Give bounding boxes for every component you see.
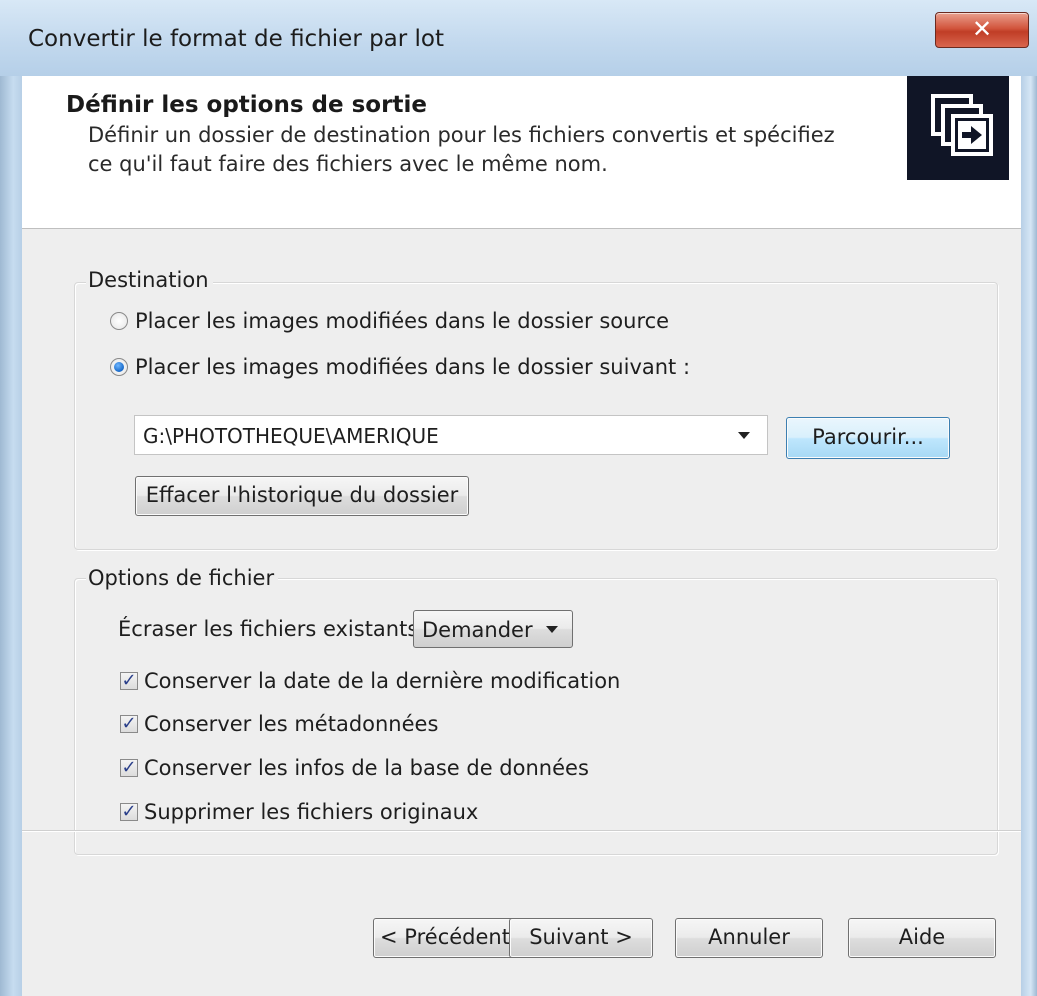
close-icon: ✕: [971, 15, 993, 43]
footer-separator: [22, 830, 1021, 832]
wizard-header: Définir les options de sortie Définir un…: [22, 76, 1021, 229]
batch-convert-icon: [907, 76, 1009, 180]
cancel-button-label: Annuler: [708, 925, 790, 949]
title-bar[interactable]: Convertir le format de fichier par lot ✕: [0, 0, 1037, 76]
checkbox-keep-date[interactable]: ✓ Conserver la date de la dernière modif…: [120, 669, 620, 693]
radio-source-folder[interactable]: Placer les images modifiées dans le doss…: [110, 309, 669, 333]
checkmark-icon[interactable]: ✓: [120, 759, 138, 777]
next-button[interactable]: Suivant >: [509, 918, 653, 958]
next-button-label: Suivant >: [529, 925, 633, 949]
radio-source-label: Placer les images modifiées dans le doss…: [135, 309, 670, 333]
checkbox-keep-metadata[interactable]: ✓ Conserver les métadonnées: [120, 712, 438, 736]
checkbox-delete-originals[interactable]: ✓ Supprimer les fichiers originaux: [120, 800, 478, 824]
chevron-down-icon[interactable]: [738, 432, 750, 439]
help-button[interactable]: Aide: [848, 918, 996, 958]
chevron-down-icon[interactable]: [546, 626, 558, 633]
cancel-button[interactable]: Annuler: [675, 918, 823, 958]
browse-button[interactable]: Parcourir...: [786, 417, 950, 459]
page-description: Définir un dossier de destination pour l…: [88, 123, 835, 176]
overwrite-row: Écraser les fichiers existants :: [118, 617, 432, 641]
destination-folder-value[interactable]: G:\PHOTOTHEQUE\AMERIQUE: [143, 424, 439, 448]
checkbox-keep-date-label: Conserver la date de la dernière modific…: [144, 669, 621, 693]
destination-group-label: Destination: [86, 268, 213, 292]
destination-folder-combobox[interactable]: G:\PHOTOTHEQUE\AMERIQUE: [134, 415, 768, 455]
clear-history-label: Effacer l'historique du dossier: [145, 483, 459, 507]
overwrite-dropdown[interactable]: Demander: [413, 610, 573, 648]
checkmark-icon[interactable]: ✓: [120, 803, 138, 821]
browse-button-label: Parcourir...: [812, 425, 924, 449]
checkbox-keep-db-info-label: Conserver les infos de la base de donnée…: [144, 756, 589, 780]
checkbox-delete-originals-label: Supprimer les fichiers originaux: [144, 800, 479, 824]
checkbox-keep-db-info[interactable]: ✓ Conserver les infos de la base de donn…: [120, 756, 589, 780]
window-frame-right: [1021, 0, 1037, 996]
page-title: Définir les options de sortie: [66, 92, 427, 118]
clear-history-button[interactable]: Effacer l'historique du dossier: [135, 476, 469, 516]
checkmark-icon[interactable]: ✓: [120, 672, 138, 690]
dialog-content: Définir les options de sortie Définir un…: [22, 76, 1021, 996]
back-button[interactable]: < Précédent: [373, 918, 517, 958]
radio-source-indicator[interactable]: [110, 312, 128, 330]
close-button[interactable]: ✕: [935, 12, 1029, 48]
radio-custom-indicator[interactable]: [110, 358, 128, 376]
window-title: Convertir le format de fichier par lot: [28, 26, 445, 52]
help-button-label: Aide: [898, 925, 946, 949]
file-options-group-label: Options de fichier: [86, 566, 279, 590]
checkmark-icon[interactable]: ✓: [120, 715, 138, 733]
window-frame-left: [0, 0, 22, 996]
checkbox-keep-metadata-label: Conserver les métadonnées: [144, 712, 439, 736]
overwrite-value: Demander: [422, 618, 533, 642]
radio-custom-label: Placer les images modifiées dans le doss…: [135, 355, 691, 379]
back-button-label: < Précédent: [380, 925, 510, 949]
overwrite-label: Écraser les fichiers existants :: [118, 617, 433, 641]
radio-custom-folder[interactable]: Placer les images modifiées dans le doss…: [110, 355, 690, 379]
